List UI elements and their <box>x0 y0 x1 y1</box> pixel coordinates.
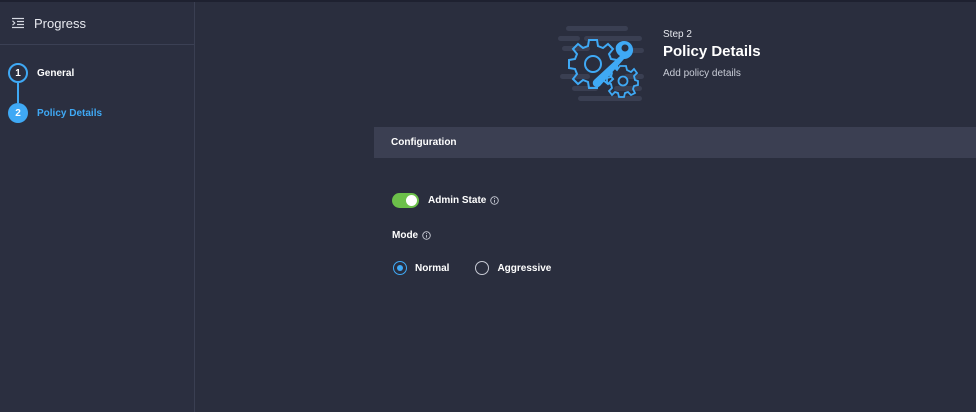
gears-wrench-icon <box>558 26 644 101</box>
info-icon[interactable] <box>490 196 500 205</box>
radio-label: Aggressive <box>497 262 552 274</box>
toggle-knob <box>406 195 417 206</box>
section-title: Configuration <box>391 137 457 148</box>
mode-option-normal[interactable]: Normal <box>393 261 449 275</box>
page-subtitle: Add policy details <box>663 68 741 79</box>
configuration-section-header: Configuration <box>374 127 976 158</box>
progress-sidebar: Progress 1 General 2 Policy Details <box>0 2 195 412</box>
step-number-badge: 1 <box>8 63 28 83</box>
step-connector <box>17 83 19 103</box>
radio-aggressive[interactable] <box>475 261 490 275</box>
step-label: General <box>37 67 75 79</box>
radio-label: Normal <box>415 262 450 274</box>
mode-radio-group: Normal Aggressive <box>393 261 577 275</box>
step-label: Policy Details <box>37 107 103 119</box>
step-kicker: Step 2 <box>663 29 692 40</box>
list-indent-icon[interactable] <box>12 17 24 29</box>
info-icon[interactable] <box>422 231 431 240</box>
mode-label-row: Mode <box>392 230 431 241</box>
sidebar-header: Progress <box>0 2 194 45</box>
step-number-badge: 2 <box>8 103 28 123</box>
mode-option-aggressive[interactable]: Aggressive <box>475 261 551 275</box>
admin-state-toggle[interactable] <box>392 193 419 208</box>
mode-label: Mode <box>392 230 419 241</box>
admin-state-row: Admin State <box>392 193 500 208</box>
step-general[interactable]: 1 General <box>8 63 74 83</box>
sidebar-title: Progress <box>34 15 87 31</box>
step-policy-details[interactable]: 2 Policy Details <box>8 103 102 123</box>
admin-state-label: Admin State <box>428 195 487 206</box>
radio-normal[interactable] <box>393 261 407 275</box>
main-content: Step 2 Policy Details Add policy details… <box>196 2 976 412</box>
page-title: Policy Details <box>663 43 761 60</box>
